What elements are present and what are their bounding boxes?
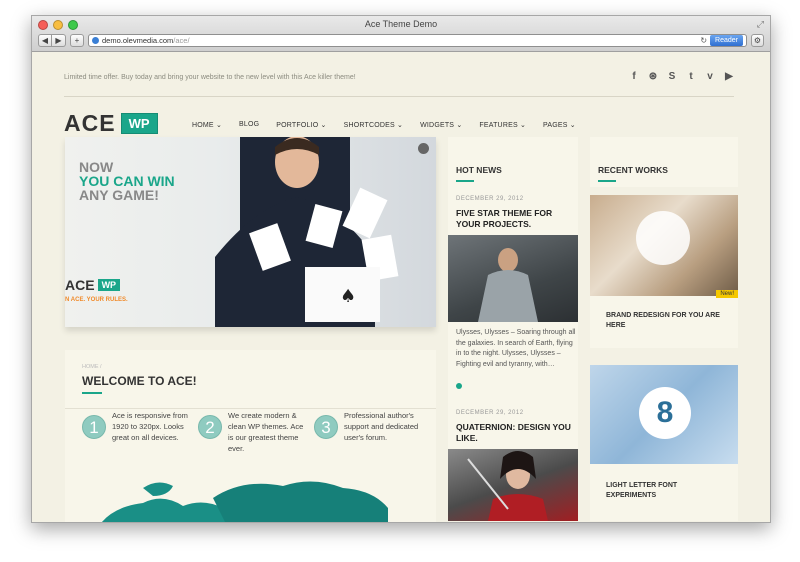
nav-widgets[interactable]: WIDGETS ⌄ (420, 121, 462, 129)
add-bookmark-button[interactable]: + (70, 34, 84, 47)
url-text: demo.olevmedia.com/ace/ (102, 36, 190, 45)
twitter-icon[interactable]: t (686, 71, 696, 82)
feature-1: 1 Ace is responsive from 1920 to 320px. … (82, 410, 192, 443)
recent-works-underline (598, 180, 616, 182)
recent-works-heading: RECENT WORKS (598, 165, 668, 175)
letter-eight-icon: 8 (639, 387, 691, 439)
breadcrumb[interactable]: HOME / (82, 364, 102, 370)
history-buttons: ◀ ▶ (38, 34, 66, 47)
work-title-2[interactable]: LIGHT LETTER FONT EXPERIMENTS (606, 481, 726, 501)
browser-window: Ace Theme Demo ⤢ ◀ ▶ + demo.olevmedia.co… (31, 15, 771, 523)
facebook-icon[interactable]: f (629, 71, 639, 82)
logo-wp-badge: WP (120, 113, 158, 134)
news-title-2[interactable]: QUATERNION: DESIGN YOU LIKE. (456, 422, 574, 444)
hero-logo-ace: ACE (65, 277, 95, 293)
window-title: Ace Theme Demo (364, 19, 438, 29)
news-date-2: DECEMBER 29, 2012 (456, 410, 524, 416)
recent-works-header: RECENT WORKS (590, 137, 738, 187)
browser-titlebar: Ace Theme Demo ⤢ ◀ ▶ + demo.olevmedia.co… (32, 16, 770, 52)
hero-tagline: N ACE. YOUR RULES. (65, 297, 128, 303)
nav-pages[interactable]: PAGES ⌄ (543, 121, 576, 129)
youtube-icon[interactable]: ▶ (724, 71, 734, 82)
feature-number-2: 2 (198, 415, 222, 439)
promo-text: Limited time offer. Buy today and bring … (64, 74, 356, 81)
url-path: /ace/ (173, 36, 190, 45)
work-card-2[interactable]: 8 LIGHT LETTER FONT EXPERIMENTS (590, 365, 738, 521)
news-image-1-figure (478, 248, 538, 322)
slider-control-icon[interactable] (418, 143, 429, 154)
hot-news-heading: HOT NEWS (456, 165, 502, 175)
main-navigation: HOME ⌄ BLOG PORTFOLIO ⌄ SHORTCODES ⌄ WID… (192, 121, 576, 129)
feature-number-1: 1 (82, 415, 106, 439)
hot-news-underline (456, 180, 474, 182)
address-bar[interactable]: demo.olevmedia.com/ace/ ↻ Reader (88, 34, 747, 47)
work-image-1[interactable] (590, 195, 738, 296)
vimeo-icon[interactable]: v (705, 71, 715, 82)
url-domain: demo.olevmedia.com (102, 36, 174, 45)
read-more-icon[interactable] (456, 383, 462, 389)
news-date-1: DECEMBER 29, 2012 (456, 196, 524, 202)
welcome-divider (65, 408, 436, 409)
dribbble-icon[interactable]: ⊛ (648, 71, 658, 82)
site-logo[interactable]: ACE WP (64, 110, 158, 137)
hero-logo: ACE WP (65, 277, 121, 293)
hero-logo-wp: WP (97, 279, 121, 291)
nav-blog[interactable]: BLOG (239, 121, 259, 129)
web-page: Limited time offer. Buy today and bring … (32, 53, 770, 522)
fullscreen-icon[interactable]: ⤢ (757, 19, 764, 30)
feature-3: 3 Professional author's support and dedi… (314, 410, 424, 443)
news-excerpt-1: Ulysses, Ulysses – Soaring through all t… (456, 329, 576, 368)
globe-icon (92, 37, 99, 44)
reload-icon[interactable]: ↻ (700, 36, 707, 45)
nav-portfolio[interactable]: PORTFOLIO ⌄ (276, 121, 326, 129)
nav-shortcodes[interactable]: SHORTCODES ⌄ (344, 121, 403, 129)
news-image-1[interactable] (448, 235, 578, 322)
title-underline (82, 392, 102, 394)
news-image-2-figure (467, 451, 548, 521)
news-image-2[interactable] (448, 449, 578, 521)
reader-button[interactable]: Reader (710, 35, 743, 46)
logo-ace-text: ACE (64, 110, 116, 136)
back-button[interactable]: ◀ (38, 34, 52, 47)
nav-features[interactable]: FEATURES ⌄ (479, 121, 526, 129)
nav-home[interactable]: HOME ⌄ (192, 121, 222, 129)
welcome-title: WELCOME TO ACE! (82, 374, 197, 388)
hero-slider[interactable]: ♠ NOW YOU CAN WIN ANY GAME! ACE WP N ACE… (65, 137, 436, 327)
skype-icon[interactable]: S (667, 71, 677, 82)
settings-gear-icon[interactable]: ⚙ (751, 34, 764, 47)
news-title-1[interactable]: FIVE STAR THEME FOR YOUR PROJECTS. (456, 208, 574, 230)
social-links: f ⊛ S t v ▶ (629, 71, 734, 82)
forward-button[interactable]: ▶ (52, 34, 66, 47)
you-are-here-logo-icon (636, 211, 690, 265)
work-title-1[interactable]: BRAND REDESIGN FOR YOU ARE HERE (606, 311, 726, 331)
hot-news-column: HOT NEWS DECEMBER 29, 2012 FIVE STAR THE… (448, 137, 578, 521)
new-badge: New! (716, 290, 738, 298)
header-divider (64, 96, 734, 97)
browser-toolbar: ◀ ▶ + demo.olevmedia.com/ace/ ↻ Reader ⚙ (38, 33, 764, 48)
feature-number-3: 3 (314, 415, 338, 439)
recent-works-column: RECENT WORKS New! BRAND REDESIGN FOR YOU… (590, 137, 738, 521)
hero-line-game: ANY GAME! (79, 187, 159, 203)
welcome-section: HOME / WELCOME TO ACE! 1 Ace is responsi… (65, 350, 436, 522)
work-image-2[interactable]: 8 (590, 365, 738, 464)
feature-2: 2 We create modern & clean WP themes. Ac… (198, 410, 308, 454)
world-map-graphic (102, 481, 388, 522)
work-card-1[interactable]: New! BRAND REDESIGN FOR YOU ARE HERE (590, 195, 738, 348)
svg-text:♠: ♠ (340, 286, 356, 307)
